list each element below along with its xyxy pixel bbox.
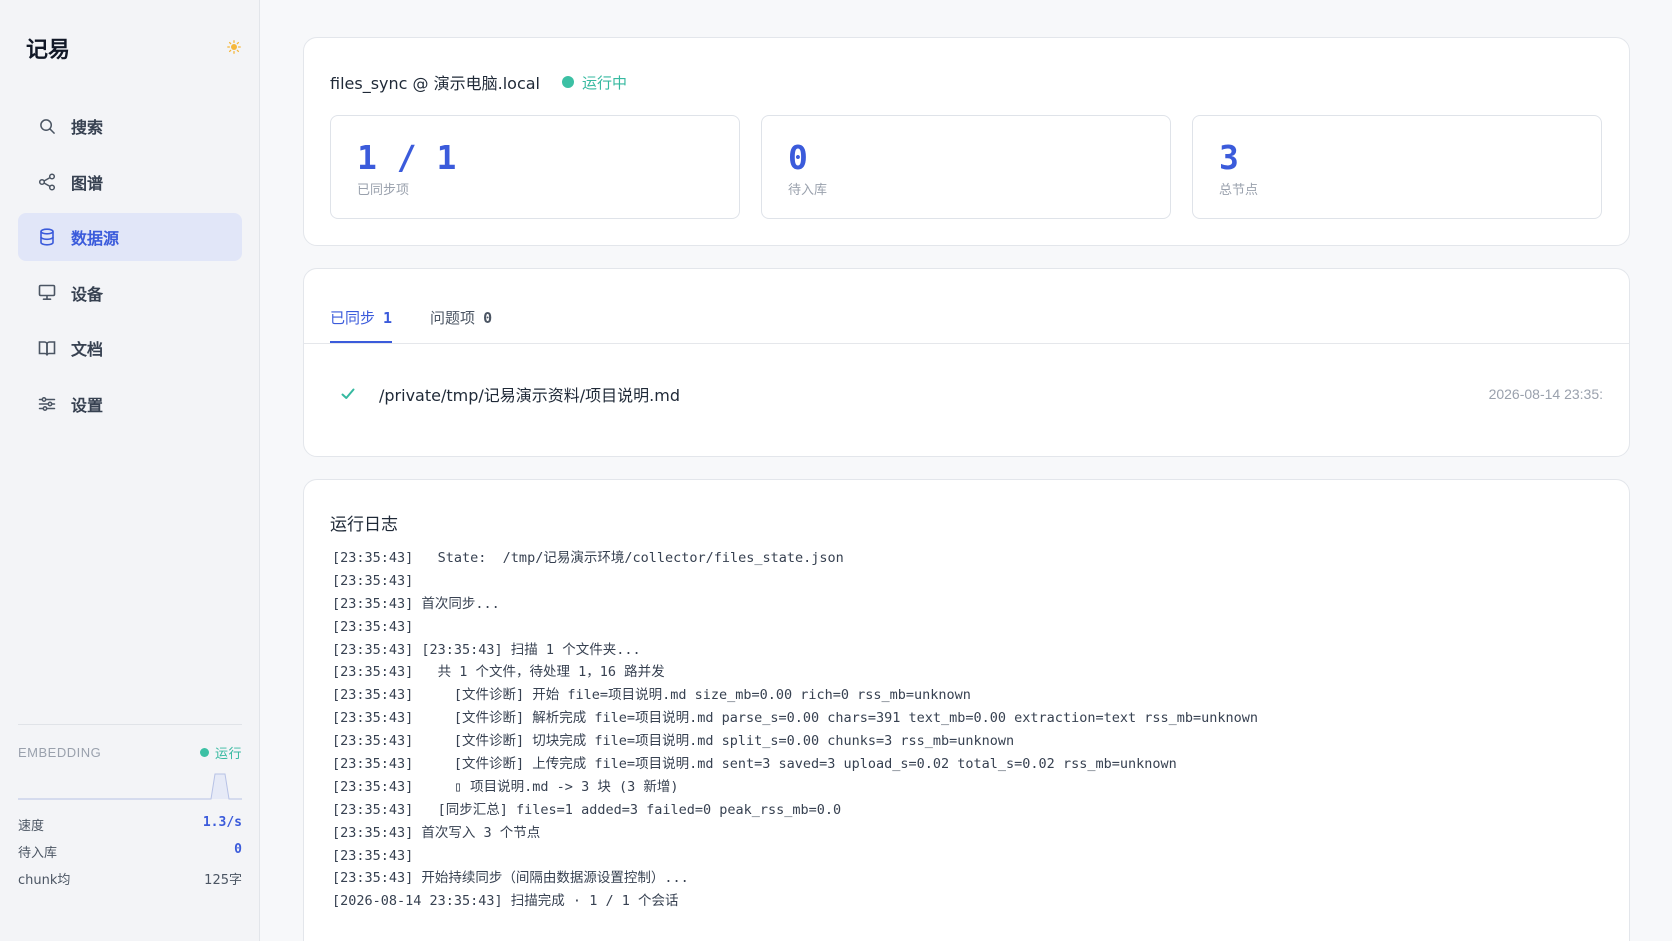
file-path: /private/tmp/记易演示资料/项目说明.md	[379, 386, 680, 405]
metric-pending: 0 待入库	[761, 115, 1171, 219]
tab-bar: 已同步 1 问题项 0	[330, 307, 530, 343]
file-timestamp: 2026-08-14 23:35:	[1488, 386, 1603, 402]
sidebar: 记易 搜索 图谱 数据源 设备 文档 设置 EMBEDDING 运行 速度 1.…	[0, 0, 260, 941]
stat-value: 0	[234, 842, 242, 857]
embedding-sparkline	[18, 773, 242, 800]
app-brand: 记易	[26, 38, 71, 63]
divider	[18, 724, 242, 725]
sun-icon[interactable]	[227, 40, 241, 54]
monitor-icon	[38, 284, 56, 302]
sidebar-item-label: 设置	[71, 395, 104, 415]
database-icon	[38, 228, 56, 246]
stat-label: chunk均	[18, 873, 71, 888]
log-line: [23:35:43] [23:35:43] 扫描 1 个文件夹...	[332, 641, 641, 658]
graph-icon	[38, 172, 56, 191]
embedding-status-text: 运行	[214, 747, 242, 762]
log-line: [23:35:43] [文件诊断] 切块完成 file=项目说明.md spli…	[332, 733, 1015, 750]
embedding-header: EMBEDDING 运行	[18, 743, 242, 762]
tab-issues[interactable]: 问题项 0	[430, 307, 492, 343]
sidebar-item-settings[interactable]: 设置	[18, 380, 242, 428]
sidebar-item-docs[interactable]: 文档	[18, 324, 242, 372]
log-line: [23:35:43]	[332, 618, 414, 635]
tab-synced[interactable]: 已同步 1	[330, 307, 393, 343]
embedding-status: 运行	[199, 743, 242, 762]
sliders-icon	[38, 395, 56, 413]
log-line: [23:35:43] [同步汇总] files=1 added=3 failed…	[332, 801, 842, 818]
source-summary-card: files_sync @ 演示电脑.local 运行中 1 / 1 已同步项 0…	[303, 37, 1630, 246]
status-dot-icon	[562, 76, 574, 88]
status-dot-icon	[199, 748, 209, 757]
sidebar-item-label: 图谱	[71, 173, 104, 193]
log-line: [23:35:43] State: /tmp/记易演示环境/collector/…	[332, 550, 844, 566]
metric-label: 总节点	[1219, 183, 1259, 198]
book-icon	[38, 339, 56, 357]
stat-label: 速度	[18, 819, 45, 834]
log-title: 运行日志	[330, 515, 398, 535]
log-output: [23:35:43] State: /tmp/记易演示环境/collector/…	[332, 547, 1603, 913]
source-title-row: files_sync @ 演示电脑.local 运行中	[330, 70, 627, 94]
metric-label: 待入库	[788, 183, 828, 198]
log-line: [23:35:43] [文件诊断] 上传完成 file=项目说明.md sent…	[332, 756, 1177, 773]
sidebar-item-label: 数据源	[71, 229, 120, 248]
list-item[interactable]: /private/tmp/记易演示资料/项目说明.md 2026-08-14 2…	[340, 382, 1603, 406]
tab-label: 已同步	[330, 309, 376, 327]
tab-count: 0	[483, 309, 493, 327]
log-line: [23:35:43] 共 1 个文件，待处理 1，16 路并发	[332, 664, 665, 681]
metric-value: 3	[1219, 138, 1239, 177]
stat-label: 待入库	[18, 846, 58, 861]
stat-speed: 速度 1.3/s	[18, 815, 242, 834]
log-line: [23:35:43] 开始持续同步（间隔由数据源设置控制）...	[332, 870, 689, 887]
tab-count: 1	[383, 309, 393, 327]
log-line: [23:35:43] [文件诊断] 开始 file=项目说明.md size_m…	[332, 687, 971, 704]
check-icon	[341, 388, 355, 399]
sidebar-item-label: 文档	[71, 340, 104, 359]
stat-value: 125字	[204, 873, 242, 888]
sidebar-item-graph[interactable]: 图谱	[18, 158, 242, 206]
sidebar-item-devices[interactable]: 设备	[18, 269, 242, 317]
sidebar-item-label: 搜索	[71, 118, 104, 137]
sidebar-item-datasource[interactable]: 数据源	[18, 213, 242, 261]
sidebar-item-label: 设备	[71, 284, 104, 304]
divider	[304, 343, 1629, 344]
stat-pending: 待入库 0	[18, 842, 242, 861]
stat-chunk-avg: chunk均 125字	[18, 869, 242, 888]
metric-synced: 1 / 1 已同步项	[330, 115, 740, 219]
embedding-title: EMBEDDING	[18, 745, 102, 760]
metric-total-nodes: 3 总节点	[1192, 115, 1602, 219]
log-line: [23:35:43] [文件诊断] 解析完成 file=项目说明.md pars…	[332, 710, 1259, 727]
status-badge: 运行中	[562, 72, 627, 93]
log-line: [2026-08-14 23:35:43] 扫描完成 · 1 / 1 个会话	[332, 893, 679, 910]
log-line: [23:35:43] 首次写入 3 个节点	[332, 824, 541, 841]
sync-items-card: 已同步 1 问题项 0 /private/tmp/记易演示资料/项目说明.md 20…	[303, 268, 1630, 457]
search-icon	[38, 117, 56, 135]
source-name: files_sync @ 演示电脑.local	[330, 74, 540, 93]
status-text: 运行中	[582, 73, 628, 92]
metric-label: 已同步项	[357, 183, 410, 198]
metric-value: 0	[788, 138, 808, 177]
run-log-card: 运行日志 [23:35:43] State: /tmp/记易演示环境/colle…	[303, 479, 1630, 941]
embedding-panel: EMBEDDING 运行 速度 1.3/s 待入库 0 chunk均 125字	[18, 724, 242, 888]
log-line: [23:35:43] 首次同步...	[332, 595, 500, 612]
tab-label: 问题项	[430, 309, 476, 327]
log-line: [23:35:43]	[332, 572, 414, 589]
metric-value: 1 / 1	[357, 138, 457, 177]
stat-value: 1.3/s	[202, 815, 242, 830]
sidebar-item-search[interactable]: 搜索	[18, 102, 242, 150]
log-line: [23:35:43]	[332, 847, 414, 864]
sidebar-nav: 搜索 图谱 数据源 设备 文档 设置	[18, 102, 242, 435]
log-line: [23:35:43] ▯ 项目说明.md -> 3 块 (3 新增)	[332, 778, 679, 795]
